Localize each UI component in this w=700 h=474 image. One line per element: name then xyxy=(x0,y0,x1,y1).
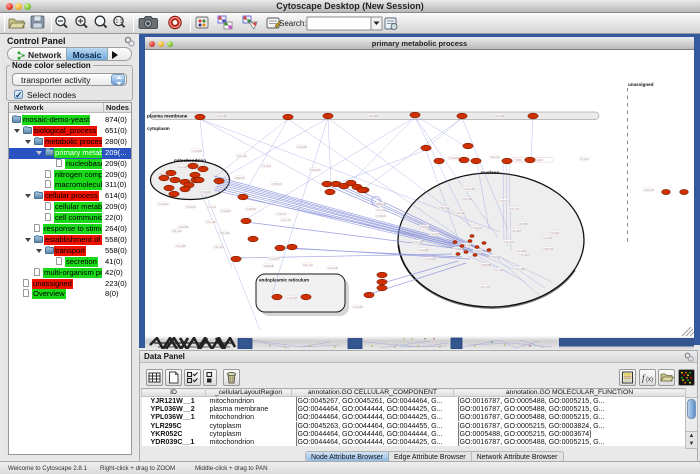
svg-text:(x): (x) xyxy=(646,377,653,383)
svg-text:YBR043: YBR043 xyxy=(543,247,554,251)
svg-text:YOR222: YOR222 xyxy=(376,214,387,218)
svg-text:YOR100: YOR100 xyxy=(158,202,169,206)
svg-text:YDL198: YDL198 xyxy=(206,220,217,224)
svg-text:YOR222: YOR222 xyxy=(471,226,482,230)
svg-text:YKL120: YKL120 xyxy=(480,285,490,289)
svg-text:unassigned: unassigned xyxy=(628,82,654,87)
svg-text:mitochondrion: mitochondrion xyxy=(174,158,206,163)
svg-text:YPR021: YPR021 xyxy=(461,197,472,201)
svg-text:YPR011: YPR011 xyxy=(186,205,197,209)
svg-text:YBR085: YBR085 xyxy=(264,264,275,268)
svg-text:YLR348: YLR348 xyxy=(549,231,560,235)
svg-text:YGR181: YGR181 xyxy=(192,149,203,153)
svg-text:YNL083: YNL083 xyxy=(176,244,187,248)
svg-text:1:1: 1:1 xyxy=(116,19,123,25)
svg-text:YDL198: YDL198 xyxy=(413,240,424,244)
svg-text:Search:: Search: xyxy=(279,19,307,28)
svg-text:YMR166: YMR166 xyxy=(464,187,475,191)
svg-text:YBL030: YBL030 xyxy=(172,229,182,233)
svg-text:YPR021: YPR021 xyxy=(272,182,283,186)
svg-text:YPL134: YPL134 xyxy=(490,155,500,159)
svg-text:YPL270: YPL270 xyxy=(281,218,291,222)
svg-text:YFR045: YFR045 xyxy=(644,188,655,192)
svg-text:YMR166: YMR166 xyxy=(310,168,321,172)
svg-text:YBR085: YBR085 xyxy=(481,263,492,267)
svg-text:cytoplasm: cytoplasm xyxy=(147,126,170,131)
svg-text:YJR077: YJR077 xyxy=(277,212,287,216)
svg-text:YPR011: YPR011 xyxy=(420,225,431,229)
svg-text:YIL006: YIL006 xyxy=(262,164,271,168)
svg-text:YMR166: YMR166 xyxy=(367,114,378,118)
svg-text:YIL006: YIL006 xyxy=(474,249,483,253)
svg-text:YLR348: YLR348 xyxy=(287,296,298,300)
svg-text:YEL006: YEL006 xyxy=(504,240,514,244)
svg-text:YFR045: YFR045 xyxy=(297,145,308,149)
svg-text:YNL009: YNL009 xyxy=(542,236,553,240)
svg-text:YGR257: YGR257 xyxy=(418,248,429,252)
svg-text:YPL061: YPL061 xyxy=(214,245,224,249)
svg-text:YHR002: YHR002 xyxy=(425,257,436,261)
svg-text:YIL006: YIL006 xyxy=(580,157,589,161)
svg-text:YMR056: YMR056 xyxy=(517,222,528,226)
svg-text:YBR043: YBR043 xyxy=(376,202,387,206)
svg-text:YIL134: YIL134 xyxy=(207,205,216,209)
svg-text:YOR374: YOR374 xyxy=(490,255,501,259)
svg-text:YOR100: YOR100 xyxy=(454,211,465,215)
svg-text:YPR128: YPR128 xyxy=(328,266,339,270)
svg-text:plasma membrane: plasma membrane xyxy=(147,114,188,119)
svg-text:YDL119: YDL119 xyxy=(303,263,313,267)
svg-text:YFR045: YFR045 xyxy=(216,114,227,118)
svg-text:endoplasmic reticulum: endoplasmic reticulum xyxy=(259,278,309,283)
svg-text:YPL270: YPL270 xyxy=(509,207,519,211)
svg-text:YHR002: YHR002 xyxy=(246,207,257,211)
svg-text:YPR021: YPR021 xyxy=(494,114,505,118)
svg-text:YPL061: YPL061 xyxy=(519,253,529,257)
svg-text:YJR077: YJR077 xyxy=(499,199,509,203)
svg-text:YOR374: YOR374 xyxy=(269,257,280,261)
svg-text:YBR291: YBR291 xyxy=(439,206,450,210)
svg-text:YKL120: YKL120 xyxy=(177,165,187,169)
svg-text:YPR128: YPR128 xyxy=(514,267,525,271)
svg-text:YOR222: YOR222 xyxy=(200,190,211,194)
svg-text:YBR291: YBR291 xyxy=(235,176,246,180)
svg-text:YGR181: YGR181 xyxy=(449,156,460,160)
svg-text:YKL120: YKL120 xyxy=(376,208,386,212)
svg-text:YIL134: YIL134 xyxy=(430,232,439,236)
svg-text:YDL119: YDL119 xyxy=(493,268,503,272)
svg-text:YBL030: YBL030 xyxy=(511,229,521,233)
svg-text:YPL134: YPL134 xyxy=(237,154,247,158)
svg-text:YGR257: YGR257 xyxy=(221,209,232,213)
svg-text:YEL006: YEL006 xyxy=(220,231,230,235)
svg-text:YNL009: YNL009 xyxy=(353,305,364,309)
